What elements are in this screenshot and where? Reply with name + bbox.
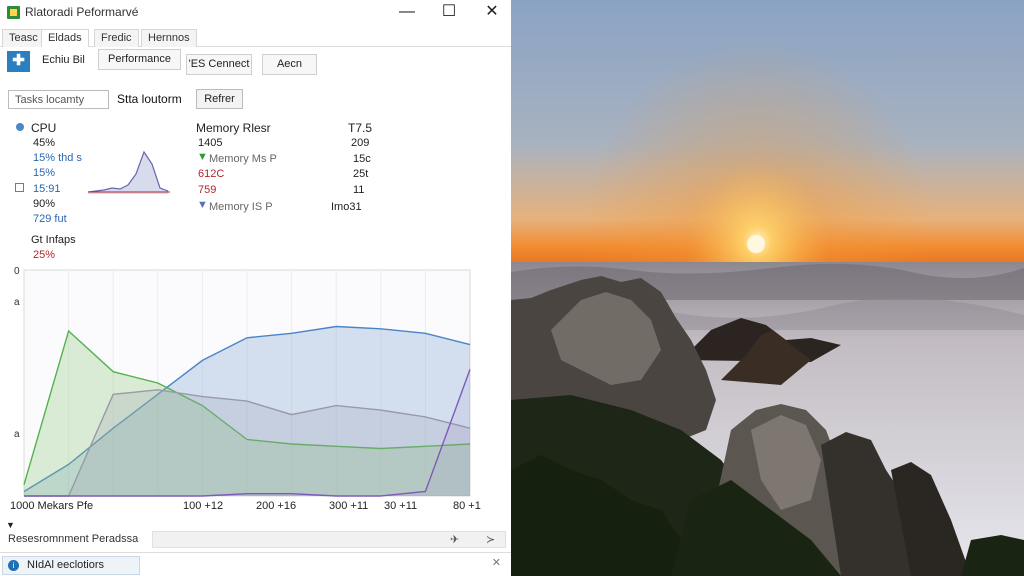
connect-button[interactable]: 'ES Cennect (186, 54, 252, 75)
app-icon (7, 6, 20, 19)
memory-header: Memory Rlesr (196, 121, 271, 135)
memory-row-2: Memory Ms P (209, 153, 277, 165)
plus-icon[interactable]: ✚ (7, 51, 30, 72)
memory-header-value: T7.5 (348, 121, 373, 135)
footer-title: Resesromnment Peradssa (8, 533, 139, 545)
close-button[interactable]: ✕ (472, 0, 511, 26)
maximize-button[interactable]: ☐ (429, 0, 469, 26)
x-tick-label: 200 +16 (256, 500, 297, 512)
status-bar: i NIdAl eeclotiors ✕ (0, 552, 511, 576)
toolbar: ✚ Echiu Bil Performance 'ES Cennect Aecn (0, 48, 511, 78)
memory-row-5-value: Imo31 (331, 201, 362, 213)
performance-button[interactable]: Performance (98, 49, 181, 70)
mini-area (88, 152, 168, 194)
memory-row-2-value: 15c (353, 153, 371, 165)
x-tick-label: 80 +1 (453, 500, 481, 512)
tab-teasc[interactable]: Teasc (2, 29, 45, 47)
cpu-value-2: 15% (33, 167, 56, 179)
memory-row-3: 612C (198, 168, 225, 180)
cpu-threads: 15% thd s (33, 152, 82, 164)
info-icon: i (8, 560, 19, 571)
x-tick-label: 300 +11 (329, 500, 369, 512)
tab-eldads[interactable]: Eldads (41, 29, 89, 47)
status-tab-label: NIdAl eeclotiors (27, 559, 105, 571)
x-tick-label: 100 +12 (183, 500, 224, 512)
cpu-value-4: 90% (33, 198, 56, 210)
triangle-down-icon: ▼ (197, 151, 208, 163)
memory-row-1-value: 209 (351, 137, 370, 149)
title-bar: Rlatoradi Peformarvé — ☐ ✕ (0, 0, 511, 26)
cpu-value: 45% (33, 137, 56, 149)
memory-row-4-value: 11 (353, 184, 365, 196)
cpu-value-3: 15:91 (33, 183, 61, 195)
tab-hernnos[interactable]: Hernnos (141, 29, 197, 47)
footer-bar[interactable]: ✈ ≻ (152, 531, 506, 548)
cpu-bullet-icon (16, 123, 24, 131)
memory-row-5: Memory IS P (209, 201, 273, 213)
minimize-button[interactable]: — (387, 0, 427, 26)
x-tick-label: 30 +11 (384, 500, 418, 512)
filter-input[interactable] (8, 90, 109, 109)
close-icon[interactable]: ✕ (492, 556, 501, 569)
tab-fredic[interactable]: Fredic (94, 29, 139, 47)
send-icon[interactable]: ✈ (450, 533, 459, 546)
toolbar-label: Echiu Bil (42, 54, 85, 66)
section-title: Stta loutorm (117, 92, 182, 106)
graph-label: Gt Infaps (31, 234, 76, 246)
memory-row-4: 759 (198, 184, 217, 196)
cpu-label[interactable]: CPU (31, 121, 56, 135)
tab-bar: Teasc Eldads Fredic Hernnos (0, 27, 511, 47)
memory-row-1: 1405 (198, 137, 223, 149)
arrow-icon[interactable]: ≻ (486, 533, 495, 546)
checkbox[interactable] (15, 183, 24, 192)
cpu-value-5: 729 fut (33, 213, 67, 225)
triangle-down-icon: ▼ (197, 199, 208, 211)
status-tab[interactable]: i NIdAl eeclotiors (2, 556, 140, 575)
performance-graph[interactable] (0, 258, 511, 504)
x-tick-label: 1000 Mekars Pfe (10, 500, 94, 512)
task-manager-window: Rlatoradi Peformarvé — ☐ ✕ Teasc Eldads … (0, 0, 511, 576)
collapse-icon[interactable]: ▼ (6, 520, 15, 530)
search-button[interactable]: Aecn (262, 54, 317, 75)
cpu-mini-graph (88, 150, 170, 194)
refresh-button[interactable]: Refrer (196, 89, 243, 109)
window-title: Rlatoradi Peformarvé (25, 5, 139, 19)
memory-row-3-value: 25t (353, 168, 369, 180)
sunrise-photo (511, 0, 1024, 576)
